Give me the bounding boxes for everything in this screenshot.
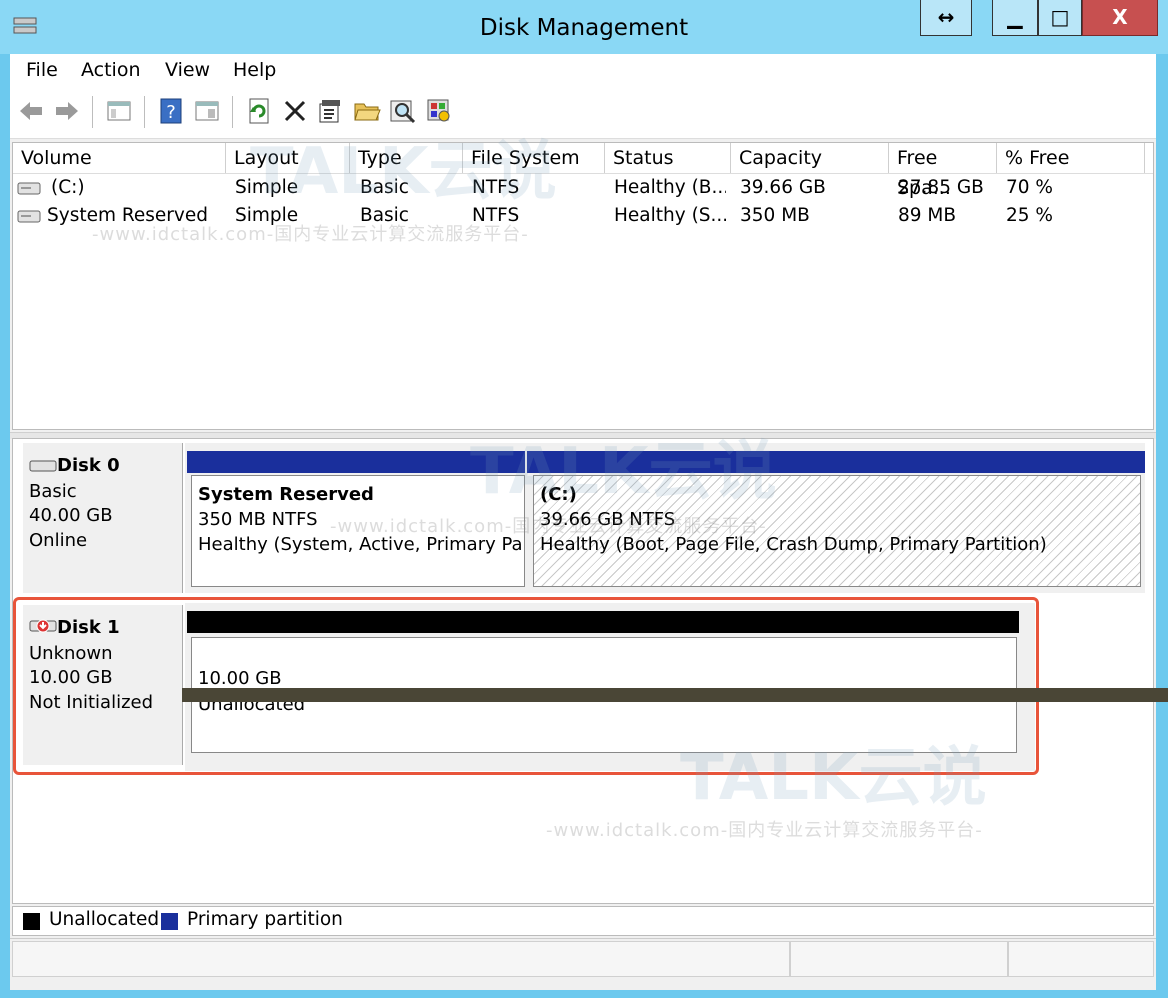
toolbar-separator [92,96,93,128]
volume-capacity: 39.66 GB [740,177,826,198]
back-icon[interactable] [16,96,46,126]
legend: Unallocated Primary partition [12,906,1154,936]
volume-layout: Simple [235,177,299,198]
partition-size-fs: 350 MB NTFS [198,509,318,530]
disk-graphical-view: Disk 0 Basic 40.00 GB Online System Rese… [12,438,1154,904]
disk-size: 40.00 GB [29,505,113,526]
volume-row[interactable]: (C:) Simple Basic NTFS Healthy (B... 39.… [13,174,1153,202]
partition-status: Healthy (Boot, Page File, Crash Dump, Pr… [540,534,1047,555]
legend-swatch-unallocated [23,913,40,930]
highlight-box [13,597,1039,775]
column-header-status[interactable]: Status [605,143,731,173]
render-artifact-line [182,688,1168,702]
volume-percent-free: 70 % [1006,177,1053,198]
status-bar [10,938,1156,983]
volume-capacity: 350 MB [740,205,810,226]
minimize-button[interactable]: ▁ [992,0,1038,36]
toolbar: ? [10,88,1156,139]
column-header-free-space[interactable]: Free Spa... [889,143,997,199]
title-bar[interactable]: Disk Management ↔ ▁ □ X [0,0,1168,54]
menu-action[interactable]: Action [81,59,141,81]
status-pane [1008,941,1154,977]
disk-name: Disk 0 [57,455,120,476]
menu-help[interactable]: Help [233,59,276,81]
volume-file-system: NTFS [472,177,520,198]
restore-size-button[interactable]: ↔ [920,0,972,36]
legend-label-primary: Primary partition [187,909,343,930]
legend-swatch-primary [161,913,178,930]
find-icon[interactable] [388,96,418,126]
menu-view[interactable]: View [165,59,210,81]
legend-label-unallocated: Unallocated [49,909,160,930]
disk-partition-area: System Reserved 350 MB NTFS Healthy (Sys… [185,443,1145,593]
svg-text:?: ? [166,102,176,123]
disk-state: Online [29,530,88,551]
status-pane [12,941,790,977]
properties-icon[interactable] [316,96,346,126]
client-area: File Action View Help ? Volume Layout Ty… [10,54,1168,990]
refresh-icon[interactable] [244,96,274,126]
partition-c-drive[interactable]: (C:) 39.66 GB NTFS Healthy (Boot, Page F… [533,475,1141,587]
disk-row[interactable]: Disk 0 Basic 40.00 GB Online System Rese… [13,443,1153,593]
volume-name: (C:) [51,177,85,198]
toolbar-separator [232,96,233,128]
console-tree-icon[interactable] [104,96,134,126]
disk-management-window: Disk Management ↔ ▁ □ X File Action View… [0,0,1168,998]
open-folder-icon[interactable] [352,96,382,126]
column-header-capacity[interactable]: Capacity [731,143,889,173]
volume-layout: Simple [235,205,299,226]
volume-list: Volume Layout Type File System Status Ca… [12,142,1154,430]
partition-label: System Reserved [198,484,374,505]
volume-free-space: 27.85 GB [898,177,984,198]
partition-bar-primary [527,451,1145,473]
disk-icon [29,460,57,472]
volume-name: System Reserved [47,205,208,226]
settings-icon[interactable] [424,96,454,126]
maximize-button[interactable]: □ [1038,0,1082,36]
close-button[interactable]: X [1082,0,1158,36]
disk-type: Basic [29,481,77,502]
volume-type: Basic [360,205,409,226]
column-header-type[interactable]: Type [350,143,463,173]
column-header-file-system[interactable]: File System [463,143,605,173]
drive-icon [17,210,41,223]
volume-row[interactable]: System Reserved Simple Basic NTFS Health… [13,202,1153,230]
toolbar-separator [144,96,145,128]
drive-icon [17,182,41,195]
volume-status: Healthy (B... [614,177,726,198]
volume-percent-free: 25 % [1006,205,1053,226]
column-header-percent-free[interactable]: % Free [997,143,1145,173]
partition-label: (C:) [540,484,577,505]
status-pane [790,941,1008,977]
partition-size-fs: 39.66 GB NTFS [540,509,676,530]
help-icon[interactable]: ? [156,96,186,126]
column-header-layout[interactable]: Layout [226,143,350,173]
menu-bar: File Action View Help [10,54,1156,88]
volume-free-space: 89 MB [898,205,957,226]
disk-info-panel[interactable]: Disk 0 Basic 40.00 GB Online [23,443,183,593]
forward-icon[interactable] [52,96,82,126]
delete-icon[interactable] [280,96,310,126]
menu-file[interactable]: File [26,59,58,81]
show-hide-icon[interactable] [192,96,222,126]
volume-file-system: NTFS [472,205,520,226]
column-header-volume[interactable]: Volume [13,143,226,173]
volume-list-header: Volume Layout Type File System Status Ca… [13,143,1153,199]
volume-status: Healthy (S... [614,205,726,226]
partition-status: Healthy (System, Active, Primary Par [198,534,525,555]
volume-type: Basic [360,177,409,198]
partition-system-reserved[interactable]: System Reserved 350 MB NTFS Healthy (Sys… [191,475,525,587]
partition-bar-primary [187,451,525,473]
